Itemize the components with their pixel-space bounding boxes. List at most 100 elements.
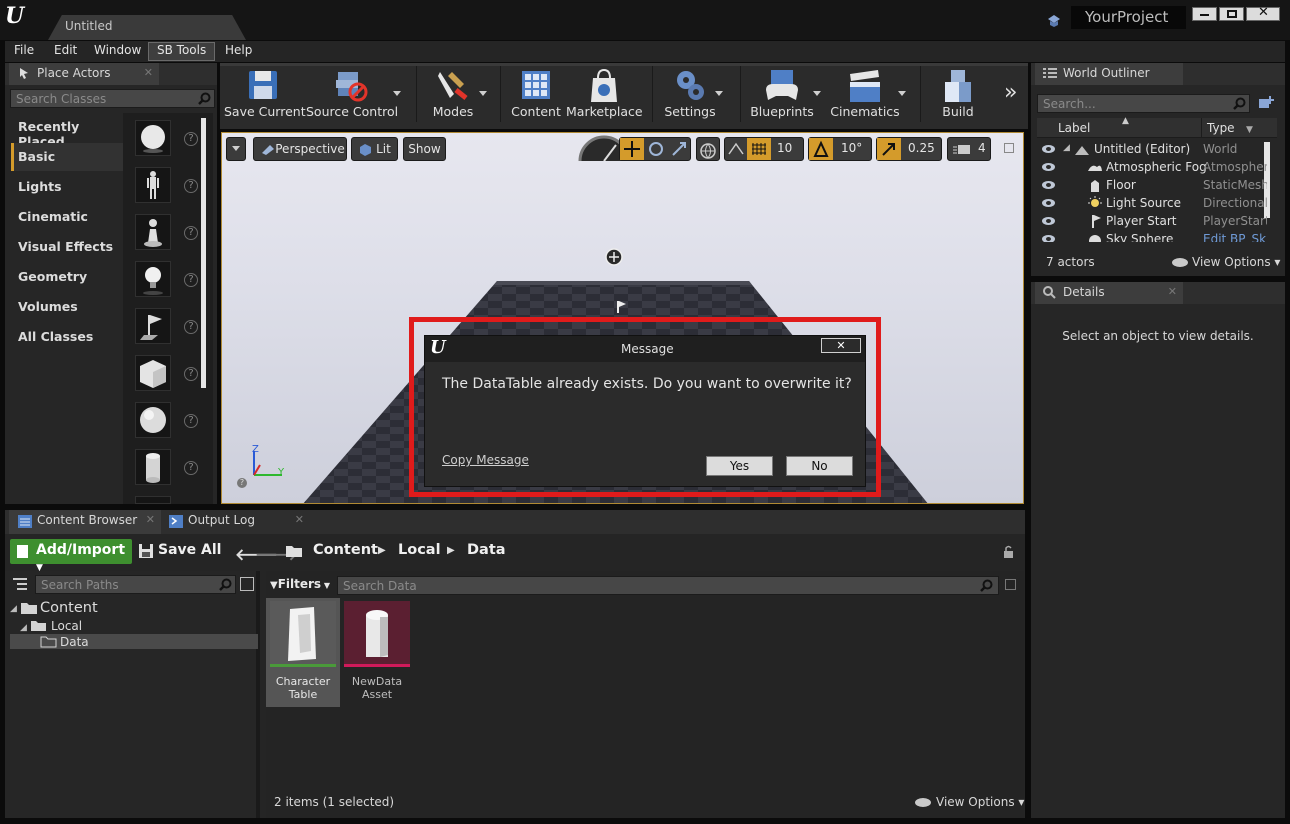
- build-button[interactable]: Build: [932, 66, 984, 122]
- toolbar-overflow-icon[interactable]: »: [1004, 80, 1017, 105]
- path-segment-data[interactable]: Data: [467, 542, 506, 558]
- outliner-view-options[interactable]: View Options ▾: [1172, 255, 1280, 269]
- scale-mode-icon[interactable]: [668, 138, 692, 160]
- menu-help[interactable]: Help: [225, 43, 252, 57]
- outliner-search-input[interactable]: Search...: [1037, 94, 1250, 113]
- column-type-header[interactable]: Type: [1207, 121, 1235, 135]
- camera-speed-value[interactable]: 4: [978, 141, 986, 155]
- no-button[interactable]: No: [786, 456, 853, 476]
- visibility-eye-icon[interactable]: [1042, 217, 1055, 225]
- add-folder-icon[interactable]: [1258, 94, 1276, 110]
- tree-node-content[interactable]: ◢ Content: [10, 600, 98, 616]
- actor-help-icon[interactable]: ?: [184, 226, 198, 240]
- category-cinematic[interactable]: Cinematic: [11, 203, 125, 231]
- place-actors-tab[interactable]: Place Actors ✕: [9, 63, 159, 85]
- close-window-button[interactable]: ✕: [1246, 5, 1280, 21]
- tree-expand-icon[interactable]: ◢: [10, 604, 17, 614]
- menu-file[interactable]: File: [14, 43, 34, 57]
- menu-sb-tools[interactable]: SB Tools: [148, 42, 216, 61]
- outliner-row[interactable]: Sky Sphere Edit BP_Sk: [1037, 231, 1267, 242]
- cinematics-button[interactable]: Cinematics: [830, 66, 900, 122]
- actor-empty-actor-icon[interactable]: [135, 120, 171, 156]
- content-browser-tab[interactable]: Content Browser ✕: [9, 510, 161, 534]
- surface-snap-icon[interactable]: [725, 138, 747, 160]
- rotate-mode-icon[interactable]: [644, 138, 668, 160]
- save-all-button[interactable]: Save All: [139, 542, 221, 558]
- actor-help-icon[interactable]: ?: [184, 461, 198, 475]
- menu-window[interactable]: Window: [94, 43, 141, 57]
- actor-pawn-icon[interactable]: [135, 214, 171, 250]
- world-outliner-tab[interactable]: World Outliner: [1035, 63, 1183, 85]
- source-control-dropdown-icon[interactable]: [393, 91, 401, 96]
- category-basic[interactable]: Basic: [11, 143, 125, 171]
- lit-button[interactable]: Lit: [351, 137, 398, 161]
- source-control-button[interactable]: Source Control: [306, 66, 398, 122]
- category-geometry[interactable]: Geometry: [11, 263, 125, 291]
- cinematics-dropdown-icon[interactable]: [898, 91, 906, 96]
- scale-snap-icon[interactable]: [877, 138, 901, 160]
- tree-node-local[interactable]: ◢ Local: [20, 619, 82, 633]
- actor-player-start-icon[interactable]: [135, 308, 171, 344]
- modes-dropdown-icon[interactable]: [479, 91, 487, 96]
- path-separator-icon[interactable]: ▶: [378, 545, 386, 556]
- dialog-close-button[interactable]: ✕: [821, 338, 861, 353]
- outliner-row[interactable]: ◢ Untitled (Editor) World: [1037, 141, 1267, 159]
- maximize-button[interactable]: [1219, 7, 1244, 21]
- lock-icon[interactable]: [1003, 545, 1015, 558]
- actor-character-icon[interactable]: [135, 167, 171, 203]
- edit-blueprint-link[interactable]: Edit BP_Sk: [1203, 232, 1266, 242]
- search-classes-input[interactable]: Search Classes: [10, 89, 215, 108]
- asset-tile-newdata-asset[interactable]: NewData Asset: [340, 598, 414, 707]
- visibility-eye-icon[interactable]: [1042, 235, 1055, 242]
- marketplace-button[interactable]: Marketplace: [566, 66, 643, 122]
- grid-snap-value[interactable]: 10: [777, 141, 792, 155]
- path-separator-icon[interactable]: ▶: [447, 545, 455, 556]
- outliner-row[interactable]: Floor StaticMesh: [1037, 177, 1267, 195]
- sources-toggle-icon[interactable]: [12, 577, 28, 591]
- output-log-tab[interactable]: Output Log ✕: [162, 510, 310, 534]
- world-local-toggle-icon[interactable]: [696, 137, 720, 161]
- asset-tile-character-table[interactable]: Character Table: [266, 598, 340, 707]
- details-tab[interactable]: Details ✕: [1035, 282, 1183, 304]
- category-visual-effects[interactable]: Visual Effects: [11, 233, 125, 261]
- category-volumes[interactable]: Volumes: [11, 293, 125, 321]
- blueprints-button[interactable]: Blueprints: [750, 66, 814, 122]
- actor-list-scrollbar[interactable]: [201, 118, 206, 388]
- actor-sphere-icon[interactable]: [135, 402, 171, 438]
- visibility-eye-icon[interactable]: [1042, 181, 1055, 189]
- scale-snap-value[interactable]: 0.25: [908, 141, 935, 155]
- column-label-header[interactable]: Label: [1058, 121, 1090, 135]
- category-lights[interactable]: Lights: [11, 173, 125, 201]
- show-button[interactable]: Show: [403, 137, 446, 161]
- content-button[interactable]: Content: [510, 66, 562, 122]
- rotation-snap-icon[interactable]: [809, 138, 833, 160]
- search-data-input[interactable]: Search Data: [337, 576, 999, 595]
- actor-point-light-icon[interactable]: [135, 261, 171, 297]
- path-folder-icon[interactable]: [285, 544, 303, 558]
- close-tab-icon[interactable]: ✕: [146, 513, 155, 526]
- copy-message-link[interactable]: Copy Message: [442, 453, 529, 467]
- actor-help-icon[interactable]: ?: [184, 320, 198, 334]
- save-current-button[interactable]: Save Current: [224, 66, 306, 122]
- view-list-icon[interactable]: [240, 577, 254, 591]
- actor-help-icon[interactable]: ?: [184, 132, 198, 146]
- actor-cylinder-icon[interactable]: [135, 449, 171, 485]
- menu-edit[interactable]: Edit: [54, 43, 77, 57]
- perspective-button[interactable]: Perspective: [253, 137, 347, 161]
- close-tab-icon[interactable]: ✕: [144, 66, 153, 79]
- path-segment-local[interactable]: Local: [398, 542, 441, 558]
- yes-button[interactable]: Yes: [706, 456, 773, 476]
- category-all-classes[interactable]: All Classes: [11, 323, 125, 351]
- visibility-eye-icon[interactable]: [1042, 163, 1055, 171]
- viewport-help-icon[interactable]: ?: [237, 478, 247, 488]
- path-segment-content[interactable]: Content: [313, 542, 378, 558]
- minimize-button[interactable]: [1192, 7, 1217, 21]
- actor-help-icon[interactable]: ?: [184, 273, 198, 287]
- actor-help-icon[interactable]: ?: [184, 367, 198, 381]
- add-import-button[interactable]: Add/Import ▼: [10, 539, 132, 573]
- outliner-row[interactable]: Light Source Directional: [1037, 195, 1267, 213]
- category-recently-placed[interactable]: Recently Placed: [11, 113, 125, 149]
- source-control-status-icon[interactable]: [1046, 13, 1062, 29]
- actor-help-icon[interactable]: ?: [184, 179, 198, 193]
- search-paths-input[interactable]: Search Paths: [35, 575, 236, 594]
